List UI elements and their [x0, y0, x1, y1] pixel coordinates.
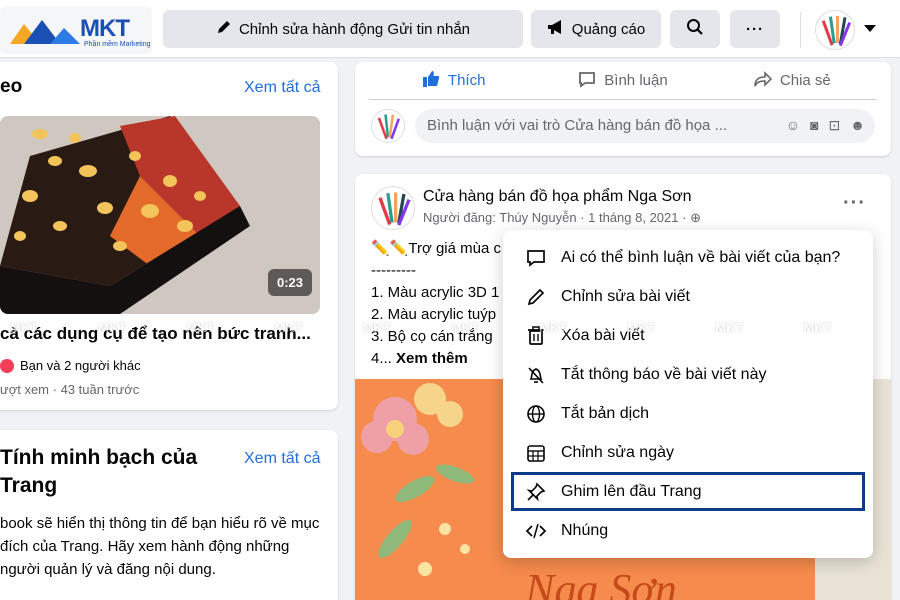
like-label: Thích [447, 72, 486, 89]
menu-item-label: Ghim lên đầu Trang [561, 482, 702, 500]
search-button[interactable] [670, 10, 720, 48]
see-more-prefix: 4... [371, 350, 392, 367]
transparency-title: Tính minh bạch của Trang [0, 446, 198, 497]
video-reactions-text: Bạn và 2 người khác [20, 358, 141, 373]
calendar-icon [525, 442, 547, 464]
comment-icon [578, 70, 596, 92]
comment-placeholder: Bình luận với vai trò Cửa hàng bán đồ họ… [427, 117, 728, 134]
previous-post-footer: Thích Bình luận Chia sẻ Bình luận với va… [355, 62, 891, 156]
pin-icon [525, 481, 547, 503]
commenter-avatar [371, 109, 405, 143]
comment-label: Bình luận [604, 72, 668, 89]
logo-brand-text: MKT [80, 15, 130, 42]
share-button[interactable]: Chia sẻ [708, 70, 877, 92]
bell-off-icon [525, 364, 547, 386]
videos-see-all-link[interactable]: Xem tất cả [244, 79, 320, 97]
thumbs-up-icon [422, 70, 440, 92]
trash-icon [525, 325, 547, 347]
pencil-icon [525, 286, 547, 308]
megaphone-icon [547, 19, 565, 39]
logo-tagline: Phần mềm Marketing [84, 41, 151, 48]
ads-label: Quảng cáo [571, 20, 646, 38]
search-icon [686, 18, 704, 40]
transparency-see-all-link[interactable]: Xem tất cả [244, 450, 320, 468]
menu-item-pin-to-top[interactable]: Ghim lên đầu Trang [511, 472, 865, 511]
camera-icon[interactable]: ◙ [810, 117, 818, 134]
page-avatar[interactable] [815, 10, 855, 50]
share-label: Chia sẻ [779, 72, 831, 89]
post-meta: Người đăng: Thúy Nguyễn · 1 tháng 8, 202… [423, 210, 701, 226]
image-caption: Nga Sơn [524, 565, 677, 600]
gif-icon[interactable]: ⊡ [829, 117, 841, 134]
like-button[interactable]: Thích [369, 70, 538, 92]
menu-item-edit-post[interactable]: Chỉnh sửa bài viết [511, 277, 865, 316]
heart-reaction-icon [0, 358, 14, 373]
account-menu-caret-icon[interactable] [864, 25, 876, 32]
edit-send-message-action-button[interactable]: Chỉnh sửa hành động Gửi tin nhắn [163, 10, 523, 48]
menu-item-label: Nhúng [561, 521, 609, 539]
menu-item-label: Tắt bản dịch [561, 404, 650, 422]
video-reactions[interactable]: Bạn và 2 người khác [0, 358, 141, 373]
topbar-divider [800, 12, 801, 48]
menu-item-label: Tắt thông báo về bài viết này [561, 365, 767, 383]
transparency-description: book sẽ hiển thị thông tin để bạn hiểu r… [0, 515, 320, 578]
post-meta-text: Người đăng: Thúy Nguyễn · 1 tháng 8, 202… [423, 210, 687, 225]
comment-icon [525, 247, 547, 269]
video-thumbnail[interactable]: 0:23 [0, 116, 320, 314]
pencil-icon [216, 19, 232, 39]
post-options-menu: Ai có thể bình luận về bài viết của bạn?… [503, 230, 873, 558]
share-arrow-icon [754, 70, 773, 92]
menu-item-delete-post[interactable]: Xóa bài viết [511, 316, 865, 355]
video-title[interactable]: cà các dụng cụ để tạo nên bức tranh... [0, 324, 311, 344]
menu-item-edit-date[interactable]: Chỉnh sửa ngày [511, 433, 865, 472]
menu-item-label: Ai có thể bình luận về bài viết của bạn? [561, 248, 841, 266]
see-more-link[interactable]: Xem thêm [396, 350, 468, 367]
comment-input[interactable]: Bình luận với vai trò Cửa hàng bán đồ họ… [415, 109, 875, 143]
sticker-icon[interactable]: ☻ [850, 117, 865, 134]
post-page-avatar[interactable] [371, 186, 415, 230]
globe-icon [525, 403, 547, 425]
emoji-icon[interactable]: ☺ [786, 117, 800, 134]
menu-item-turn-off-notifications[interactable]: Tắt thông báo về bài viết này [511, 355, 865, 394]
menu-item-label: Chỉnh sửa ngày [561, 443, 674, 461]
more-options-button[interactable]: ··· [730, 10, 780, 48]
menu-item-label: Xóa bài viết [561, 326, 645, 344]
menu-item-who-can-comment[interactable]: Ai có thể bình luận về bài viết của bạn? [511, 238, 865, 277]
menu-item-label: Chỉnh sửa bài viết [561, 287, 690, 305]
globe-audience-icon[interactable]: ⊕ [690, 210, 701, 225]
videos-card: eo Xem tất cả 0:23 cà các dụng cụ để tạo… [0, 62, 338, 410]
more-dots-icon: ··· [746, 20, 764, 38]
menu-item-embed[interactable]: Nhúng [511, 511, 865, 550]
edit-action-label: Chỉnh sửa hành động Gửi tin nhắn [238, 20, 471, 38]
post-options-button[interactable]: ··· [843, 192, 866, 215]
videos-card-title: eo [0, 76, 23, 97]
video-duration-badge: 0:23 [267, 269, 312, 296]
logo-mountain-icon [10, 20, 80, 44]
mkt-logo: MKT Phần mềm Marketing [0, 6, 152, 54]
post-action-bar: Thích Bình luận Chia sẻ [369, 62, 877, 100]
code-icon [525, 520, 547, 542]
ads-button[interactable]: Quảng cáo [531, 10, 661, 48]
video-meta: ượt xem · 43 tuần trước [0, 382, 140, 397]
page-transparency-card: Tính minh bạch của Trang Xem tất cả book… [0, 430, 338, 600]
post-page-name[interactable]: Cửa hàng bán đồ họa phẩm Nga Sơn [423, 188, 692, 206]
comment-button[interactable]: Bình luận [538, 70, 707, 92]
top-navigation-bar: MKT Phần mềm Marketing Chỉnh sửa hành độ… [0, 0, 900, 58]
comment-input-tools: ☺ ◙ ⊡ ☻ [786, 117, 865, 134]
menu-item-turn-off-translation[interactable]: Tắt bản dịch [511, 394, 865, 433]
